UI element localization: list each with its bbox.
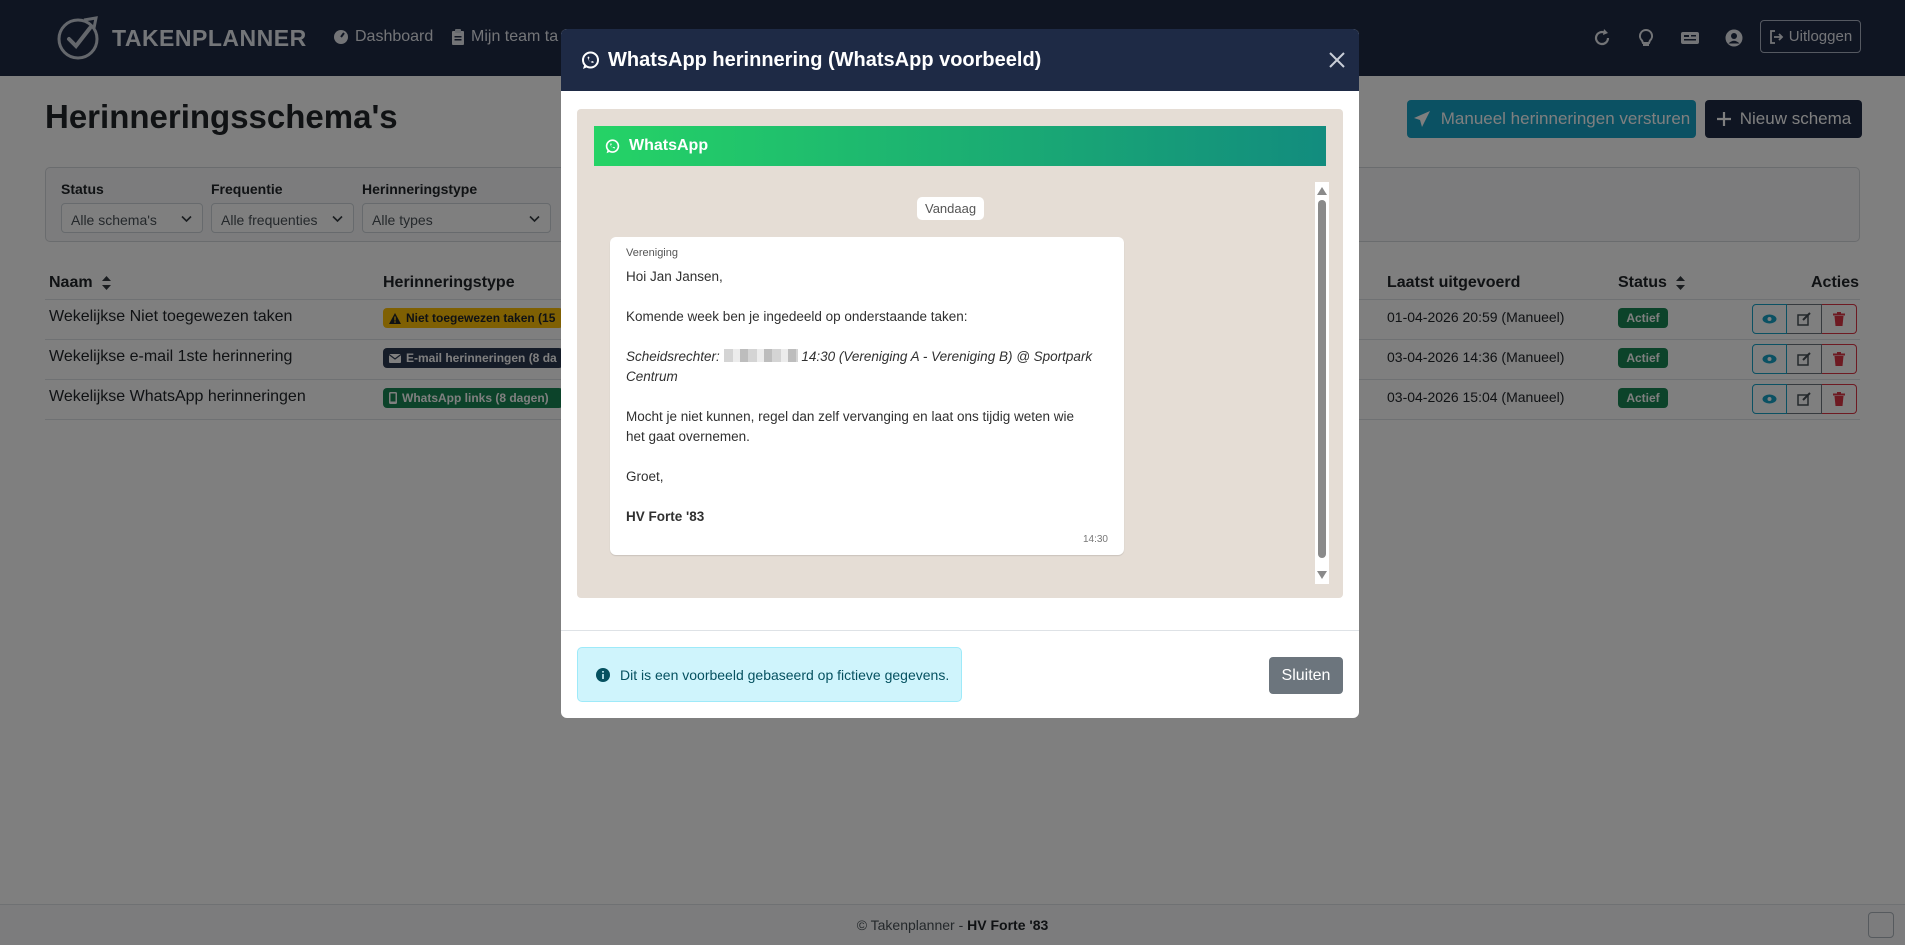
message-bubble: Vereniging Hoi Jan Jansen, Komende week …: [610, 237, 1124, 555]
task-location: Centrum: [626, 369, 678, 384]
scroll-up-icon[interactable]: [1317, 187, 1327, 195]
task-role: Scheidsrechter:: [626, 349, 720, 364]
preview-scrollbar[interactable]: [1315, 182, 1329, 584]
whatsapp-header-label: WhatsApp: [629, 137, 709, 154]
info-icon: [596, 667, 610, 682]
close-button[interactable]: Sluiten: [1269, 657, 1343, 694]
message-sender: Vereniging: [626, 247, 678, 259]
scroll-down-icon[interactable]: [1317, 571, 1327, 579]
task-details: 14:30 (Vereniging A - Vereniging B) @ Sp…: [801, 349, 1093, 364]
modal-header: WhatsApp herinnering (WhatsApp voorbeeld…: [561, 29, 1359, 91]
message-task: Scheidsrechter: 14:30 (Vereniging A - Ve…: [626, 347, 1110, 367]
whatsapp-header: WhatsApp: [594, 126, 1326, 166]
whatsapp-preview-modal: WhatsApp herinnering (WhatsApp voorbeeld…: [561, 29, 1359, 718]
message-task-location: Centrum: [626, 367, 1110, 387]
date-chip: Vandaag: [917, 197, 985, 220]
modal-divider: [561, 630, 1359, 631]
info-text: Dit is een voorbeeld gebaseerd op fictie…: [620, 666, 950, 683]
message-intro: Komende week ben je ingedeeld op onderst…: [626, 309, 968, 324]
message-para1: Mocht je niet kunnen, regel dan zelf ver…: [626, 409, 1075, 424]
whatsapp-preview: WhatsApp Vandaag Vereniging Hoi Jan Jans…: [577, 109, 1343, 598]
close-icon[interactable]: [1328, 51, 1346, 69]
redacted-date: [723, 349, 798, 362]
message-time: 14:30: [1082, 534, 1108, 545]
message-closing: Groet,: [626, 469, 664, 484]
message-signature: HV Forte '83: [626, 509, 705, 524]
modal-title: WhatsApp herinnering (WhatsApp voorbeeld…: [608, 48, 1042, 71]
info-alert: Dit is een voorbeeld gebaseerd op fictie…: [577, 647, 962, 702]
message-para2: het gaat overnemen.: [626, 429, 750, 444]
whatsapp-icon: [605, 138, 620, 153]
whatsapp-icon: [582, 51, 599, 69]
scroll-thumb[interactable]: [1318, 200, 1326, 558]
message-greeting: Hoi Jan Jansen,: [626, 269, 723, 284]
